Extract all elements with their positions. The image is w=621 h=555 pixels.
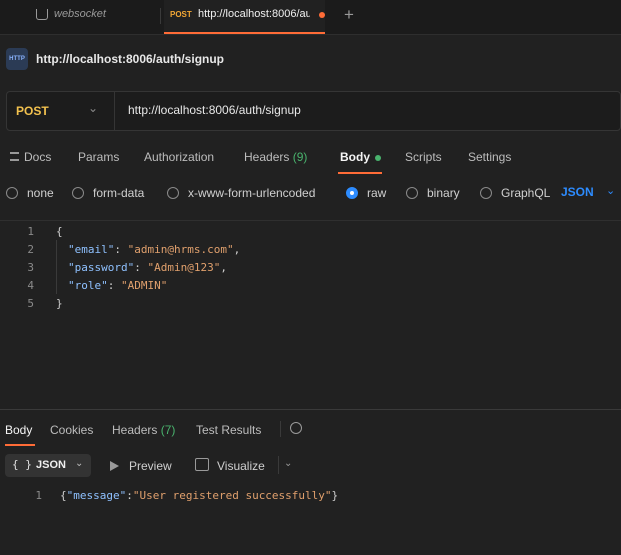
code-open-brace[interactable]: {: [56, 225, 63, 238]
tab-websocket[interactable]: websocket: [36, 8, 106, 20]
chevron-down-icon[interactable]: ⌄: [606, 184, 615, 197]
tab-divider: [160, 8, 161, 24]
chevron-down-icon[interactable]: ⌄: [88, 101, 98, 115]
request-bar-divider: [114, 92, 115, 130]
response-pane-divider[interactable]: [0, 409, 621, 410]
tab-scripts[interactable]: Scripts: [405, 150, 442, 164]
response-format-select[interactable]: { } JSON ⌄: [5, 454, 91, 477]
radio-binary-label: binary: [427, 186, 460, 200]
toolbar-divider: [280, 421, 281, 437]
new-tab-button[interactable]: +: [344, 5, 354, 25]
code-line-role[interactable]: "role": "ADMIN": [68, 279, 167, 292]
method-select[interactable]: POST: [16, 104, 49, 118]
headers-count: (9): [292, 150, 308, 164]
code-close-brace[interactable]: }: [56, 297, 63, 310]
radio-urlencoded[interactable]: x-www-form-urlencoded: [167, 186, 315, 200]
json-value: "Admin@123": [147, 261, 221, 274]
json-close: }: [331, 489, 339, 502]
tab-params[interactable]: Params: [78, 150, 119, 164]
chevron-down-icon: ⌄: [75, 458, 84, 469]
json-key: "role": [68, 279, 108, 292]
radio-graphql-label: GraphQL: [501, 186, 551, 200]
tab-settings[interactable]: Settings: [468, 150, 511, 164]
toolbar-divider: [278, 456, 279, 474]
radio-raw[interactable]: raw: [346, 186, 386, 200]
radio-binary[interactable]: binary: [406, 186, 460, 200]
json-value: "admin@hrms.com": [127, 243, 234, 256]
divider: [0, 220, 621, 221]
response-format-label: JSON: [36, 459, 66, 471]
active-tab-indicator: [5, 444, 35, 446]
tab-url-label: http://localhost:8006/auth/signup: [198, 8, 310, 20]
tab-method-label: POST: [170, 10, 192, 19]
request-title[interactable]: http://localhost:8006/auth/signup: [36, 52, 224, 66]
json-key: "password": [68, 261, 135, 274]
tab-websocket-label: websocket: [54, 8, 106, 20]
tab-signup-request[interactable]: POST http://localhost:8006/auth/signup: [164, 0, 325, 34]
tab-headers[interactable]: Headers (9): [244, 150, 307, 164]
json-colon: :: [126, 489, 133, 502]
response-headers-count: (7): [160, 423, 176, 437]
json-value: "ADMIN": [121, 279, 168, 292]
line-number: 5: [27, 297, 34, 310]
play-icon[interactable]: [110, 461, 119, 471]
http-icon: HTTP: [6, 48, 28, 70]
radio-binary-icon: [406, 187, 418, 199]
line-number: 2: [27, 243, 34, 256]
docs-icon: [10, 152, 19, 161]
json-value: "User registered successfully": [132, 489, 332, 502]
radio-raw-label: raw: [367, 186, 387, 200]
body-status-dot-icon: [375, 154, 381, 161]
history-icon[interactable]: [290, 422, 302, 434]
radio-graphql[interactable]: GraphQL: [480, 186, 550, 200]
radio-none-icon: [6, 187, 18, 199]
tab-body[interactable]: Body: [340, 150, 381, 164]
response-tab-cookies[interactable]: Cookies: [50, 423, 93, 437]
radio-graphql-icon: [480, 187, 492, 199]
tab-authorization[interactable]: Authorization: [144, 150, 214, 164]
websocket-icon: [36, 8, 48, 20]
response-tab-body[interactable]: Body: [5, 423, 32, 437]
response-tab-headers[interactable]: Headers (7): [112, 423, 175, 437]
json-colon: :: [107, 279, 121, 292]
tab-docs[interactable]: Docs: [24, 150, 51, 164]
json-key: "email": [68, 243, 115, 256]
body-language-select[interactable]: JSON: [561, 185, 594, 199]
response-tab-test-results[interactable]: Test Results: [196, 423, 261, 437]
visualize-button[interactable]: Visualize: [217, 459, 265, 473]
line-number: 4: [27, 279, 34, 292]
preview-button[interactable]: Preview: [129, 459, 172, 473]
line-number: 1: [35, 489, 42, 502]
line-number: 1: [27, 225, 34, 238]
radio-form-data-label: form-data: [93, 186, 145, 200]
indent-guide: [56, 240, 57, 294]
json-colon: :: [134, 261, 148, 274]
image-icon[interactable]: [195, 458, 209, 471]
radio-urlencoded-label: x-www-form-urlencoded: [188, 186, 316, 200]
code-line-email[interactable]: "email": "admin@hrms.com",: [68, 243, 240, 256]
braces-icon: { }: [12, 458, 32, 471]
response-tab-headers-label: Headers: [112, 423, 158, 437]
json-comma: ,: [220, 261, 227, 274]
chevron-down-icon[interactable]: ⌄: [284, 458, 292, 469]
json-comma: ,: [233, 243, 241, 256]
tab-body-label: Body: [340, 150, 370, 164]
json-colon: :: [114, 243, 128, 256]
radio-none-label: none: [27, 186, 54, 200]
active-tab-indicator: [338, 172, 382, 174]
radio-none[interactable]: none: [6, 186, 54, 200]
url-input[interactable]: [122, 96, 602, 124]
json-open: {: [60, 489, 67, 502]
unsaved-dot-icon: [319, 12, 325, 18]
tab-headers-label: Headers: [244, 150, 290, 164]
radio-form-data[interactable]: form-data: [72, 186, 144, 200]
response-body-line[interactable]: {"message":"User registered successfully…: [60, 489, 338, 502]
line-number: 3: [27, 261, 34, 274]
radio-urlencoded-icon: [167, 187, 179, 199]
radio-form-data-icon: [72, 187, 84, 199]
code-line-password[interactable]: "password": "Admin@123",: [68, 261, 227, 274]
radio-raw-icon: [346, 187, 358, 199]
json-key: "message": [66, 489, 127, 502]
